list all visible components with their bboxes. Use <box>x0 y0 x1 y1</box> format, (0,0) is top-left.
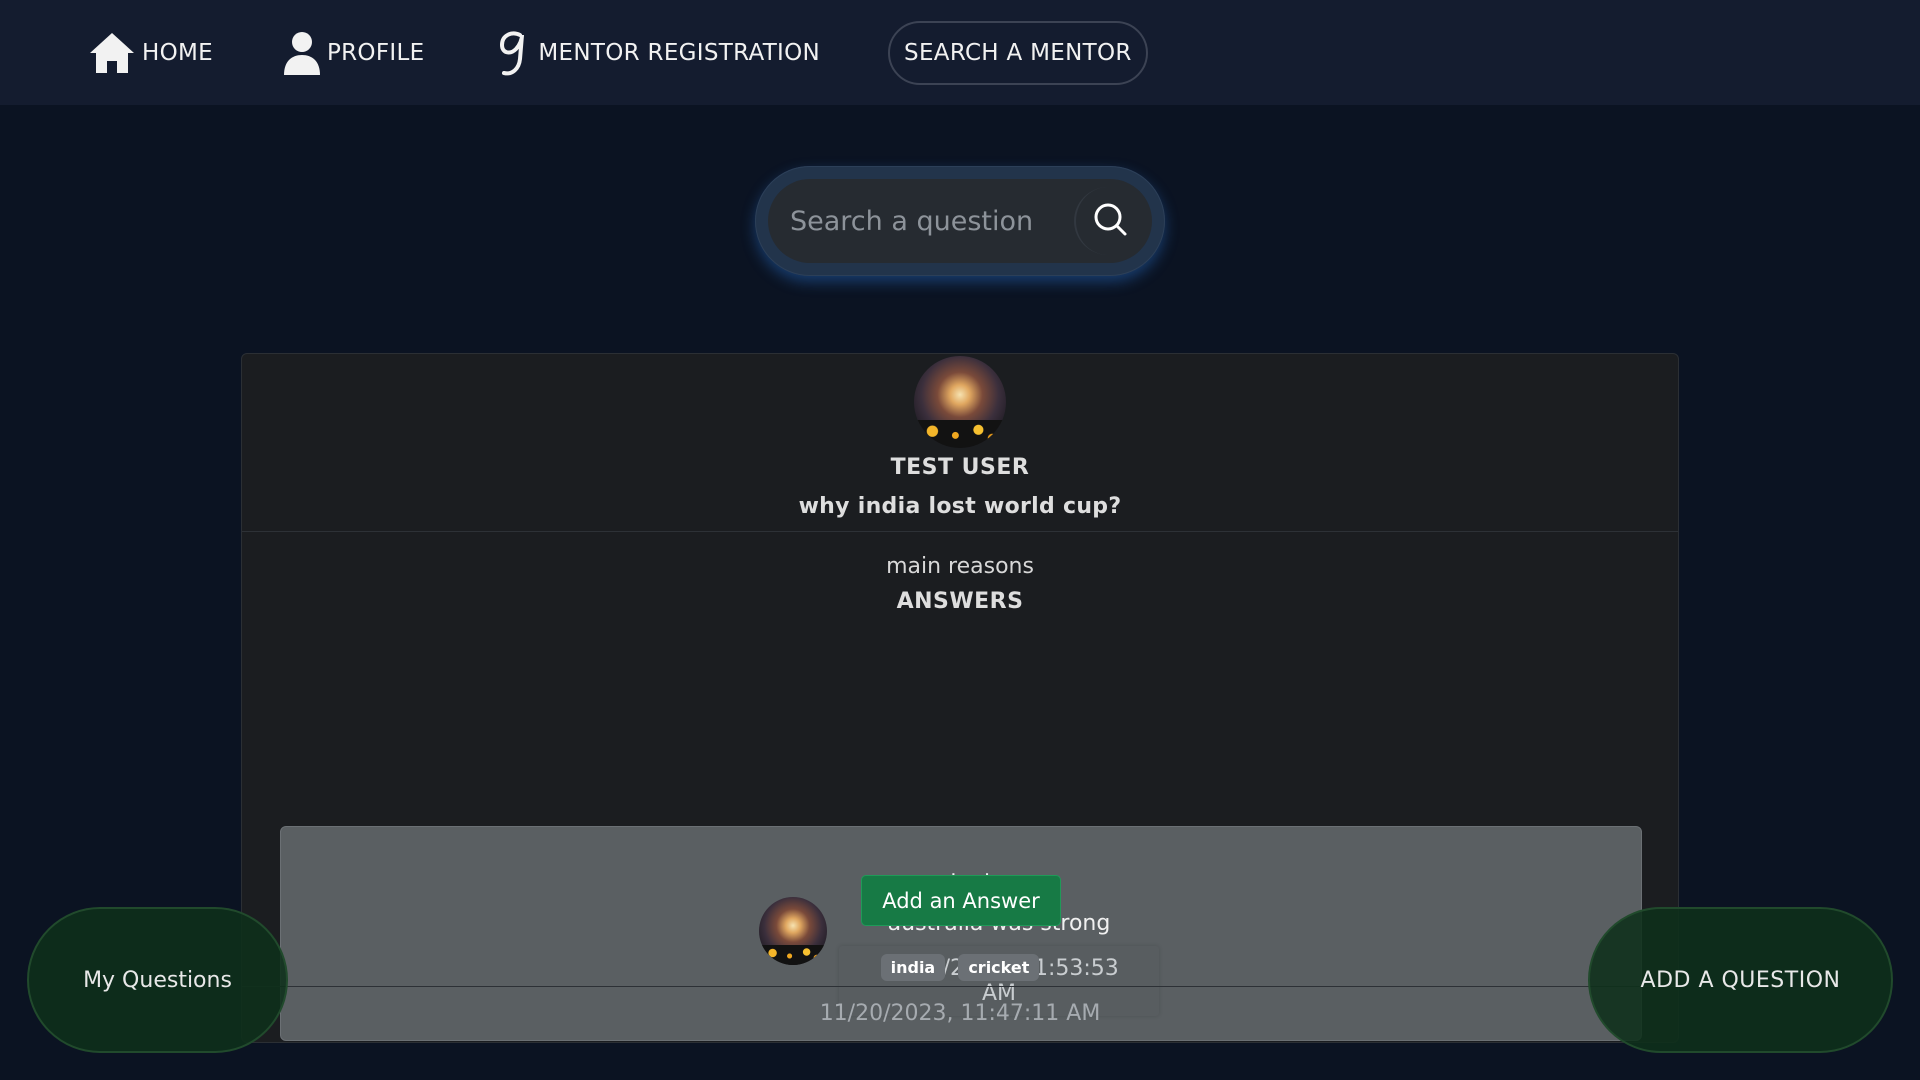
nav-mentor-registration[interactable]: MENTOR REGISTRATION <box>494 29 820 77</box>
question-title: why india lost world cup? <box>798 494 1122 519</box>
question-search-bar <box>755 166 1165 276</box>
author-avatar <box>914 356 1006 448</box>
nav-home[interactable]: HOME <box>88 31 213 75</box>
add-answer-button[interactable]: Add an Answer <box>861 875 1061 926</box>
nav-search-mentor-label: SEARCH A MENTOR <box>904 39 1132 66</box>
nav-profile[interactable]: PROFILE <box>283 31 424 75</box>
question-header: TEST USER why india lost world cup? <box>242 354 1678 532</box>
nav-profile-label: PROFILE <box>326 39 425 66</box>
user-icon <box>283 31 321 75</box>
question-timestamp: 11/20/2023, 11:47:11 AM <box>242 986 1678 1042</box>
g-logo-icon <box>494 29 532 77</box>
search-icon <box>1092 201 1128 241</box>
search-button[interactable] <box>1074 187 1144 255</box>
tag-list: india cricket <box>242 954 1678 981</box>
search-input[interactable] <box>768 205 1068 237</box>
question-card: TEST USER why india lost world cup? main… <box>241 353 1679 1043</box>
search-field-container <box>768 179 1152 263</box>
nav-home-label: HOME <box>142 39 213 66</box>
nav-search-mentor[interactable]: SEARCH A MENTOR <box>888 20 1148 85</box>
nav-mentor-registration-label: MENTOR REGISTRATION <box>538 39 821 66</box>
answers-heading: ANSWERS <box>896 589 1024 614</box>
home-icon <box>88 31 136 75</box>
my-questions-button[interactable]: My Questions <box>27 907 288 1053</box>
tag-badge[interactable]: india <box>880 954 946 981</box>
question-body: main reasons ANSWERS <box>242 532 1678 614</box>
add-question-button[interactable]: ADD A QUESTION <box>1588 907 1893 1053</box>
top-navbar: HOME PROFILE MENTOR REGISTRATION SEARCH … <box>0 0 1920 105</box>
question-author: TEST USER <box>890 455 1030 480</box>
tag-badge[interactable]: cricket <box>958 954 1040 981</box>
question-description: main reasons <box>886 554 1034 579</box>
